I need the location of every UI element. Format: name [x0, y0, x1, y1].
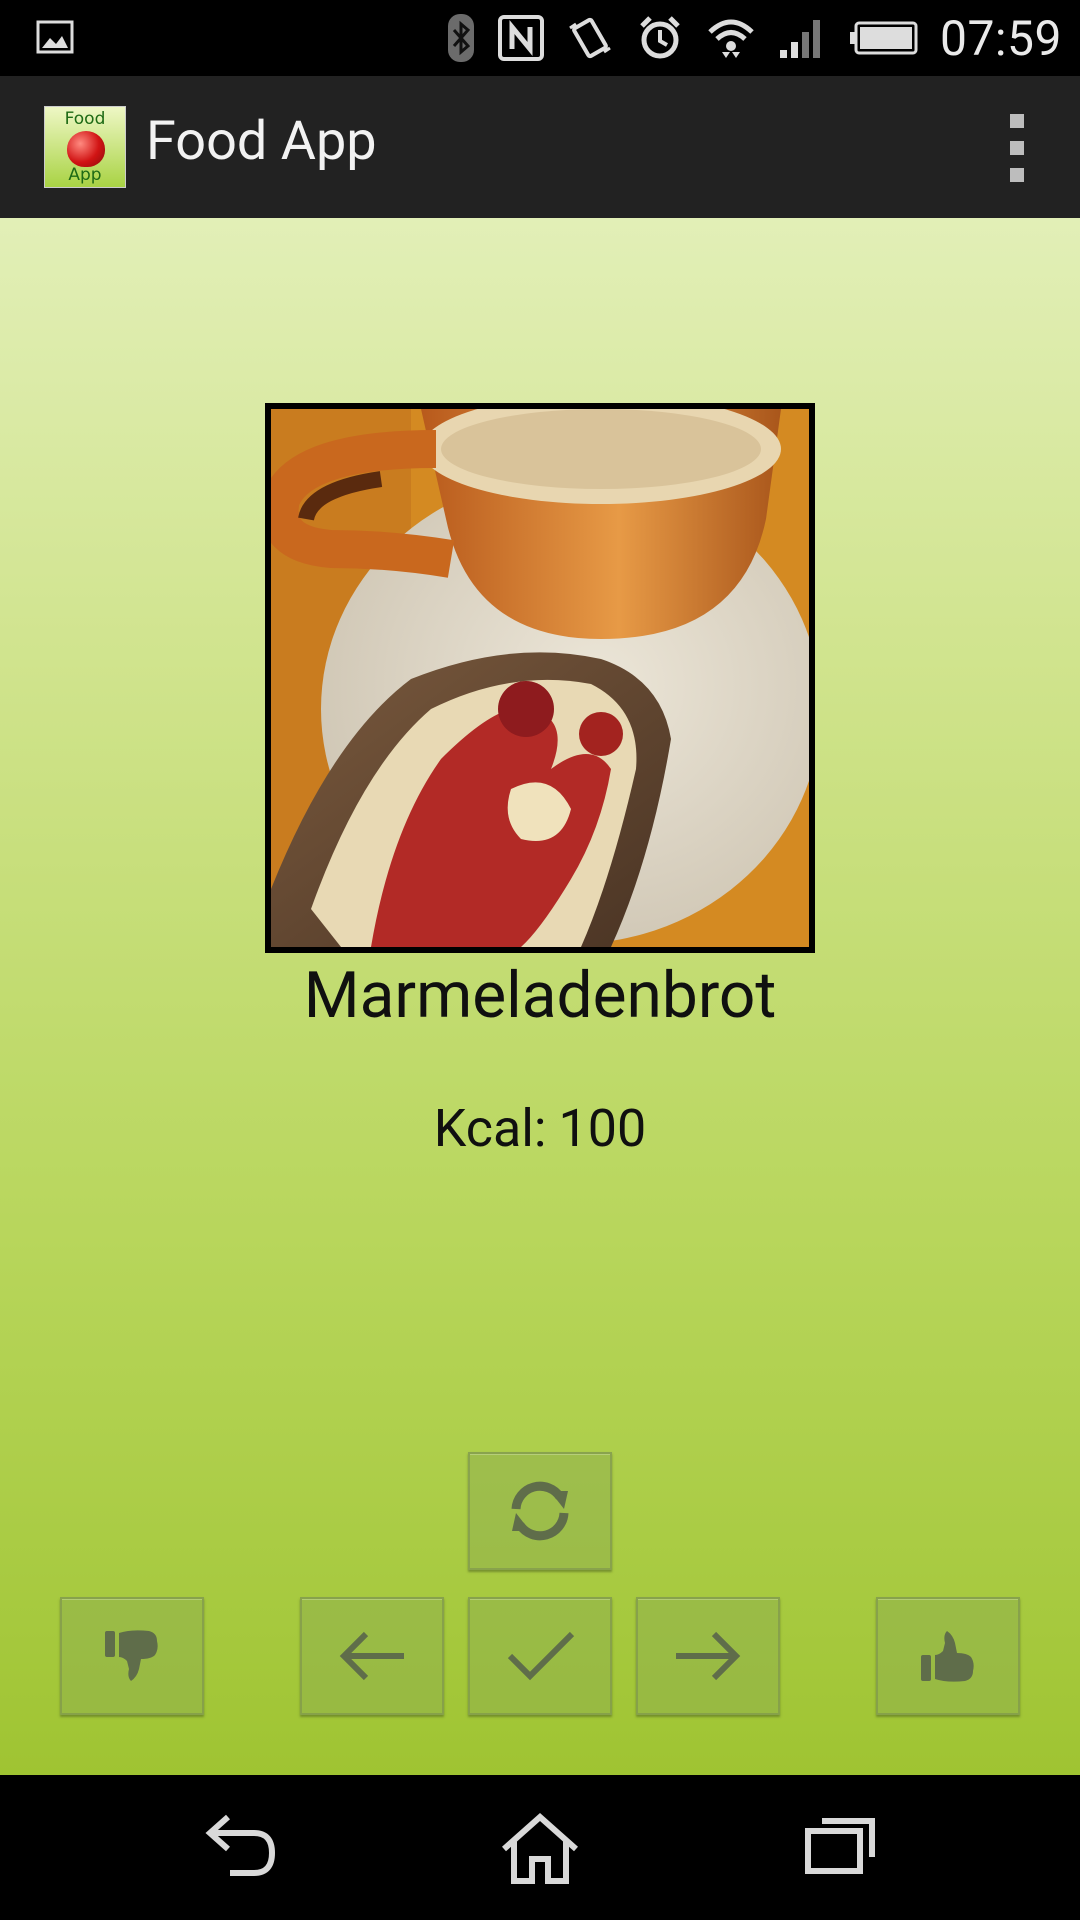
recents-button[interactable] — [804, 1811, 876, 1887]
main-content: Marmeladenbrot Kcal: 100 — [0, 218, 1080, 1775]
thumbs-down-icon — [105, 1630, 158, 1681]
dislike-button[interactable] — [60, 1597, 204, 1715]
home-icon — [502, 1812, 578, 1884]
gallery-notification-icon — [36, 18, 74, 56]
app-logo-text-top: Food — [64, 109, 106, 129]
app-logo[interactable]: Food App — [44, 106, 126, 188]
nfc-icon — [497, 15, 544, 61]
status-bar: 07:59 — [0, 0, 1080, 76]
overflow-menu-icon[interactable] — [1008, 114, 1026, 182]
refresh-icon — [511, 1481, 569, 1541]
home-button[interactable] — [498, 1811, 582, 1889]
battery-icon — [848, 21, 918, 55]
like-button[interactable] — [876, 1597, 1020, 1715]
clock-time: 07:59 — [939, 9, 1062, 67]
calorie-info: Kcal: 100 — [0, 1098, 1080, 1159]
thumbs-up-icon — [921, 1631, 974, 1682]
apple-icon — [67, 131, 105, 167]
food-photo — [265, 403, 815, 953]
recents-icon — [805, 1818, 875, 1874]
bluetooth-icon — [446, 14, 476, 62]
action-bar: Food App Food App — [0, 76, 1080, 218]
arrow-left-icon — [339, 1631, 404, 1681]
food-name: Marmeladenbrot — [303, 958, 777, 1033]
back-icon — [205, 1814, 276, 1876]
alarm-icon — [636, 14, 684, 62]
wifi-icon — [706, 16, 756, 60]
kcal-value: 100 — [558, 1098, 647, 1159]
navigation-bar — [0, 1775, 1080, 1920]
refresh-button[interactable] — [468, 1452, 612, 1570]
signal-icon — [778, 16, 826, 60]
kcal-label: Kcal: — [433, 1098, 547, 1159]
check-icon — [507, 1631, 575, 1681]
previous-button[interactable] — [300, 1597, 444, 1715]
arrow-right-icon — [676, 1631, 741, 1681]
next-button[interactable] — [636, 1597, 780, 1715]
vibrate-icon — [566, 14, 614, 62]
app-logo-text-bottom: App — [68, 165, 102, 185]
back-button[interactable] — [200, 1811, 280, 1887]
confirm-button[interactable] — [468, 1597, 612, 1715]
app-title: Food App — [146, 110, 377, 173]
